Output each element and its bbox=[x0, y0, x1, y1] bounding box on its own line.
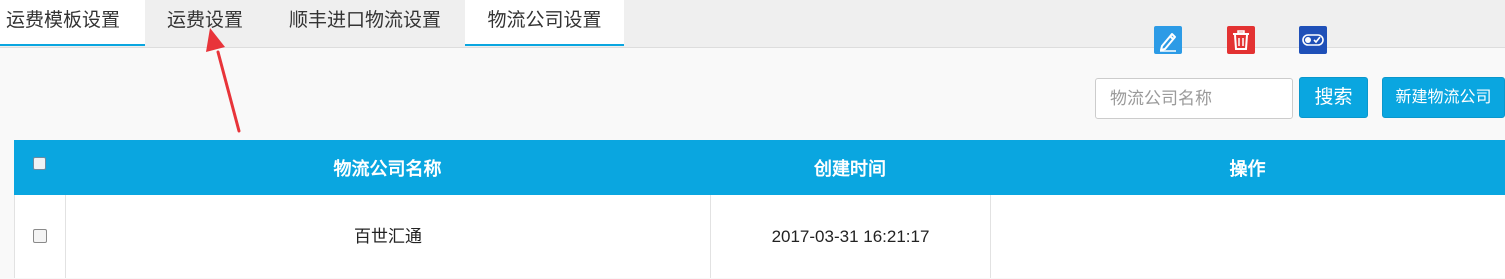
tab-freight-settings[interactable]: 运费设置 bbox=[145, 0, 265, 46]
company-name-cell: 百世汇通 bbox=[66, 195, 711, 278]
tab-sf-import-logistics[interactable]: 顺丰进口物流设置 bbox=[265, 0, 465, 46]
table-row: 百世汇通 2017-03-31 16:21:17 bbox=[14, 195, 1505, 278]
row-checkbox[interactable] bbox=[33, 229, 47, 243]
edit-icon[interactable] bbox=[1154, 26, 1182, 54]
tab-logistics-company[interactable]: 物流公司设置 bbox=[465, 0, 624, 46]
tab-freight-template[interactable]: 运费模板设置 bbox=[0, 0, 145, 46]
created-time-cell: 2017-03-31 16:21:17 bbox=[711, 195, 991, 278]
trash-icon[interactable] bbox=[1227, 26, 1255, 54]
header-created-time: 创建时间 bbox=[814, 159, 886, 179]
new-logistics-company-button[interactable]: 新建物流公司 bbox=[1382, 77, 1505, 118]
select-all-checkbox[interactable] bbox=[33, 157, 46, 170]
header-checkbox-cell bbox=[14, 140, 65, 195]
toggle-icon[interactable] bbox=[1299, 26, 1327, 54]
search-button[interactable]: 搜索 bbox=[1299, 77, 1368, 118]
header-company-name: 物流公司名称 bbox=[333, 159, 442, 179]
search-input[interactable] bbox=[1095, 78, 1293, 119]
operations-cell bbox=[991, 195, 1505, 278]
table-header: 物流公司名称 创建时间 操作 bbox=[14, 140, 1505, 195]
tab-bar: 运费模板设置 运费设置 顺丰进口物流设置 物流公司设置 bbox=[0, 0, 1505, 48]
row-checkbox-cell bbox=[15, 195, 66, 278]
header-operations: 操作 bbox=[1229, 159, 1266, 179]
